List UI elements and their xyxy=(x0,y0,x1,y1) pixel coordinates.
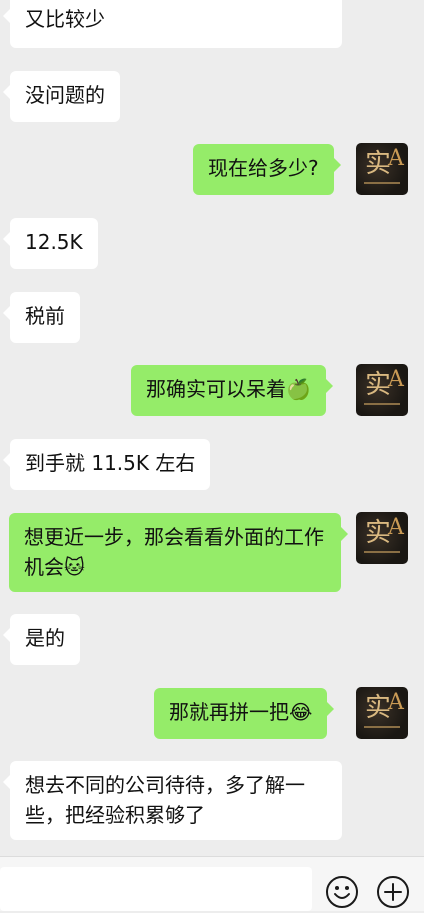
message-bubble-outgoing[interactable]: 现在给多少? xyxy=(193,144,341,195)
message-bubble-incoming[interactable]: 12.5K xyxy=(3,218,98,269)
message-bubble-outgoing[interactable]: 那就再拼一把😂 xyxy=(154,688,335,739)
message-text: 那就再拼一把😂 xyxy=(169,700,313,724)
message-bubble-incoming[interactable]: 到手就 11.5K 左右 xyxy=(2,439,211,490)
chat-input-bar xyxy=(0,856,424,911)
message-text: 想去不同的公司待待，多了解一些，把经验积累够了 xyxy=(25,773,305,827)
message-input[interactable] xyxy=(0,867,312,911)
message-text: 那确实可以呆着🍏 xyxy=(146,377,311,401)
message-bubble-incoming[interactable]: 税前 xyxy=(3,292,80,343)
contact-avatar[interactable]: 实 A xyxy=(356,512,408,564)
avatar-calligraphy-mark: A xyxy=(388,367,404,392)
avatar-underline xyxy=(364,551,400,553)
avatar-calligraphy-mark: A xyxy=(388,515,404,540)
message-text: 没问题的 xyxy=(25,83,105,107)
contact-avatar[interactable]: 实 A xyxy=(356,143,408,195)
avatar-underline xyxy=(364,403,400,405)
message-bubble-incoming[interactable]: 想去不同的公司待待，多了解一些，把经验积累够了 xyxy=(3,761,342,840)
message-text: 又比较少 xyxy=(25,7,105,31)
avatar-calligraphy-mark: A xyxy=(388,146,404,171)
message-bubble-incoming[interactable]: 是的 xyxy=(3,614,80,665)
message-text: 是的 xyxy=(25,626,65,650)
message-text: 12.5K xyxy=(25,230,83,254)
avatar-underline xyxy=(364,726,400,728)
message-bubble-incoming[interactable]: 没问题的 xyxy=(3,71,120,122)
smile-icon[interactable] xyxy=(325,875,359,909)
message-text: 现在给多少? xyxy=(208,156,319,180)
avatar-calligraphy-mark: A xyxy=(388,690,404,715)
message-text: 到手就 11.5K 左右 xyxy=(25,451,196,475)
chat-area[interactable]: 又比较少 没问题的 现在给多少? 实 A 12.5K 税前 那确实可以呆着🍏 实… xyxy=(0,0,424,856)
message-bubble-incoming[interactable]: 又比较少 xyxy=(3,0,342,48)
message-text: 税前 xyxy=(25,304,65,328)
message-bubble-outgoing[interactable]: 想更近一步，那会看看外面的工作机会🐱 xyxy=(9,513,348,592)
message-bubble-outgoing[interactable]: 那确实可以呆着🍏 xyxy=(131,365,333,416)
plus-icon[interactable] xyxy=(376,875,410,909)
contact-avatar[interactable]: 实 A xyxy=(356,687,408,739)
message-text: 想更近一步，那会看看外面的工作机会🐱 xyxy=(24,525,324,579)
avatar-underline xyxy=(364,182,400,184)
contact-avatar[interactable]: 实 A xyxy=(356,364,408,416)
